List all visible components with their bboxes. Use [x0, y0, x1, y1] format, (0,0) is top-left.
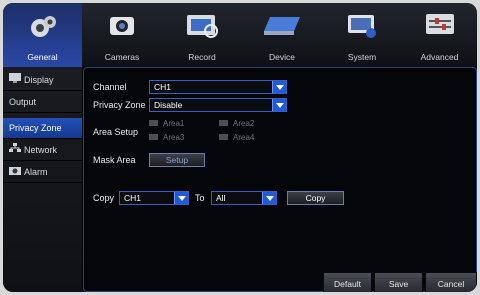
- cancel-button[interactable]: Cancel: [425, 272, 477, 292]
- area3-label: Area3: [163, 133, 185, 142]
- copy-from-value: CH1: [124, 193, 142, 203]
- chevron-down-icon: [262, 192, 276, 204]
- default-button[interactable]: Default: [323, 272, 372, 292]
- dvr-settings-window: General Cameras Record Device System Adv…: [3, 3, 477, 292]
- save-button[interactable]: Save: [374, 272, 423, 292]
- channel-label: Channel: [93, 82, 127, 92]
- tab-system[interactable]: System: [322, 3, 402, 67]
- settings-panel: Channel CH1 Privacy Zone Disable Area Se…: [83, 67, 477, 292]
- area2-checkbox[interactable]: [219, 120, 228, 126]
- area2-label: Area2: [233, 119, 255, 128]
- gear-icon: [30, 16, 56, 37]
- tab-label: System: [347, 52, 377, 62]
- sidebar-item-display[interactable]: Display: [3, 70, 82, 91]
- channel-select[interactable]: CH1: [149, 80, 287, 94]
- sidebar-item-label: Display: [24, 75, 54, 85]
- advanced-icon: [425, 14, 454, 34]
- privacy-zone-select[interactable]: Disable: [149, 98, 287, 112]
- device-icon: [264, 17, 300, 35]
- tab-device[interactable]: Device: [242, 3, 322, 67]
- mask-area-label: Mask Area: [93, 155, 136, 165]
- network-icon: [9, 140, 21, 161]
- alarm-icon: [9, 162, 21, 183]
- area4-checkbox[interactable]: [219, 134, 228, 140]
- sidebar-item-network[interactable]: Network: [3, 140, 82, 161]
- tab-label: Cameras: [104, 52, 140, 62]
- sidebar-item-output[interactable]: Output: [3, 92, 82, 113]
- camera-icon: [110, 17, 134, 35]
- sidebar-item-privacy-zone[interactable]: Privacy Zone: [3, 118, 82, 139]
- sidebar-item-label: Alarm: [24, 167, 48, 177]
- copy-to-value: All: [216, 193, 226, 203]
- sidebar: Display Output Privacy Zone Network Alar…: [3, 67, 82, 292]
- chevron-down-icon: [272, 81, 286, 93]
- tab-label: Advanced: [420, 52, 459, 62]
- sidebar-item-label: Privacy Zone: [9, 123, 62, 133]
- area-setup-label: Area Setup: [93, 127, 139, 137]
- area1-label: Area1: [163, 119, 185, 128]
- sidebar-item-label: Output: [9, 97, 37, 107]
- top-tab-bar: General Cameras Record Device System Adv…: [3, 3, 477, 67]
- tab-advanced[interactable]: Advanced: [402, 3, 477, 67]
- tab-label: General: [27, 52, 58, 62]
- channel-value: CH1: [154, 82, 172, 92]
- setup-button[interactable]: Setup: [149, 153, 205, 167]
- tab-label: Record: [188, 52, 216, 62]
- sidebar-item-label: Network: [24, 145, 58, 155]
- copy-to-select[interactable]: All: [211, 191, 277, 205]
- tab-label: Device: [269, 52, 295, 62]
- chevron-down-icon: [174, 192, 188, 204]
- privacy-zone-value: Disable: [154, 100, 183, 110]
- area3-checkbox[interactable]: [149, 134, 158, 140]
- area1-checkbox[interactable]: [149, 120, 158, 126]
- sidebar-item-alarm[interactable]: Alarm: [3, 162, 82, 183]
- to-label: To: [195, 193, 205, 203]
- system-icon: [348, 15, 376, 38]
- tab-cameras[interactable]: Cameras: [82, 3, 162, 67]
- tab-general[interactable]: General: [3, 3, 82, 67]
- copy-button[interactable]: Copy: [287, 191, 344, 205]
- tab-record[interactable]: Record: [162, 3, 242, 67]
- display-icon: [9, 70, 21, 91]
- area4-label: Area4: [233, 133, 255, 142]
- copy-from-select[interactable]: CH1: [119, 191, 189, 205]
- chevron-down-icon: [272, 99, 286, 111]
- privacy-zone-label: Privacy Zone: [93, 100, 146, 110]
- record-icon: [187, 15, 218, 38]
- copy-label: Copy: [93, 193, 115, 203]
